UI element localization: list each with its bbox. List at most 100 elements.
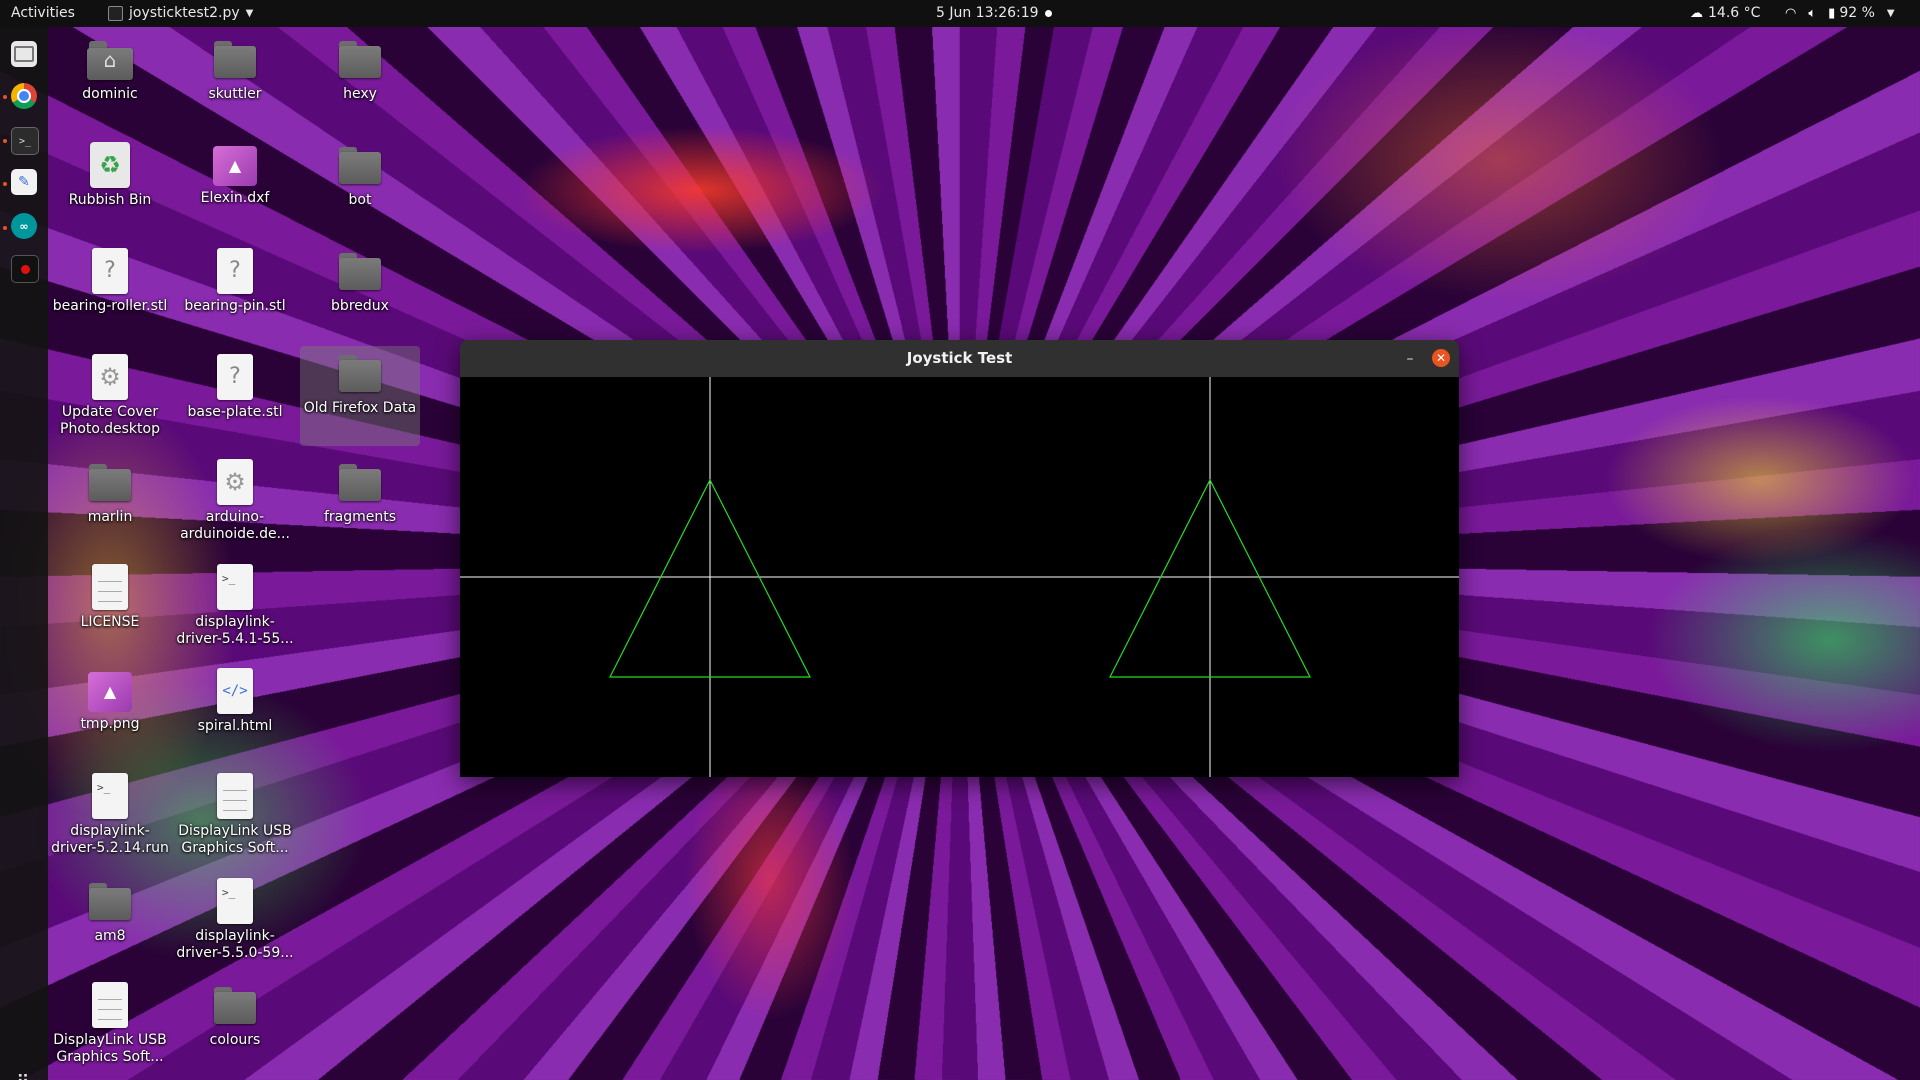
- folder-icon: [212, 36, 258, 82]
- desktop-icon[interactable]: hexy: [300, 32, 420, 132]
- desktop-icon-label: displaylink- driver-5.5.0-59...: [176, 928, 294, 961]
- arduino-icon[interactable]: ∞: [11, 213, 37, 239]
- desktop-icon[interactable]: Old Firefox Data: [300, 346, 420, 446]
- settings-file-icon: ⚙: [92, 354, 128, 400]
- desktop-icon[interactable]: ▲ tmp.png: [50, 664, 170, 764]
- top-bar: Activities joysticktest2.py ▼ 5 Jun 13:2…: [0, 0, 1920, 27]
- desktop-icon[interactable]: DisplayLink USB Graphics Soft...: [175, 769, 295, 869]
- desktop-icon-label: skuttler: [208, 86, 262, 102]
- unknown-file-icon: ?: [217, 248, 253, 294]
- desktop-icon[interactable]: ⚙ Update Cover Photo.desktop: [50, 350, 170, 450]
- desktop-icon-label: bearing-roller.stl: [52, 298, 168, 314]
- desktop-icon-label: tmp.png: [80, 716, 140, 732]
- desktop-icon-label: dominic: [82, 86, 138, 102]
- text-file-icon: [92, 564, 128, 610]
- desktop-icon-label: Update Cover Photo.desktop: [60, 404, 160, 437]
- text-editor-icon[interactable]: ✎: [11, 169, 37, 195]
- battery-label: 92 %: [1839, 5, 1875, 21]
- weather-label: 14.6 °C: [1708, 5, 1761, 21]
- folder-icon: [337, 248, 383, 294]
- desktop-icon[interactable]: ? bearing-pin.stl: [175, 244, 295, 344]
- desktop-icon[interactable]: colours: [175, 978, 295, 1078]
- running-indicator: [3, 139, 7, 143]
- desktop-icon-label: bot: [348, 192, 372, 208]
- desktop-icon-label: am8: [94, 928, 126, 944]
- desktop-icon-label: displaylink- driver-5.4.1-55...: [176, 614, 294, 647]
- desktop-icon[interactable]: am8: [50, 874, 170, 974]
- terminal-icon[interactable]: >_: [11, 127, 39, 155]
- close-button[interactable]: ✕: [1432, 349, 1450, 367]
- dock: >_ ✎ ∞ ⠿: [0, 27, 48, 1080]
- joystick-display: [460, 377, 1459, 777]
- desktop-icon-label: LICENSE: [80, 614, 140, 630]
- desktop-icon[interactable]: marlin: [50, 455, 170, 555]
- app-menu-label: joysticktest2.py: [129, 5, 240, 21]
- desktop-icon[interactable]: </> spiral.html: [175, 664, 295, 764]
- desktop-icon-label: base-plate.stl: [187, 404, 283, 420]
- files-icon[interactable]: [11, 41, 37, 67]
- text-file-icon: [217, 773, 253, 819]
- script-file-icon: >_: [92, 773, 128, 819]
- chevron-down-icon: ▼: [1886, 8, 1895, 19]
- system-status-menu[interactable]: ◠ 🔈︎ ▮ 92 % ▼: [1785, 0, 1895, 27]
- desktop-icon[interactable]: >_ displaylink- driver-5.5.0-59...: [175, 874, 295, 974]
- app-icon: [108, 6, 123, 21]
- desktop-icon-label: Old Firefox Data: [303, 400, 417, 416]
- show-applications-icon[interactable]: ⠿: [13, 1073, 33, 1080]
- desktop-icon-label: colours: [209, 1032, 261, 1048]
- weather-icon: ☁: [1690, 6, 1703, 21]
- image-file-icon: ▲: [88, 672, 132, 712]
- desktop-icon[interactable]: ♻ Rubbish Bin: [50, 138, 170, 238]
- desktop-icon-label: Rubbish Bin: [68, 192, 152, 208]
- desktop-icon[interactable]: dominic: [50, 32, 170, 132]
- folder-icon: [337, 142, 383, 188]
- desktop-icon-label: hexy: [343, 86, 377, 102]
- desktop-icon[interactable]: ▲ Elexin.dxf: [175, 138, 295, 238]
- window-title: Joystick Test: [906, 349, 1013, 367]
- unknown-file-icon: ?: [217, 354, 253, 400]
- desktop-icon-label: marlin: [87, 509, 133, 525]
- folder-icon: [87, 878, 133, 924]
- volume-icon: 🔈︎: [1808, 6, 1817, 21]
- clock[interactable]: 5 Jun 13:26:19: [936, 0, 1039, 27]
- window-titlebar[interactable]: Joystick Test – ✕: [460, 340, 1459, 377]
- desktop-icon-label: fragments: [323, 509, 397, 525]
- desktop-icon[interactable]: bbredux: [300, 244, 420, 344]
- image-file-icon: ▲: [213, 146, 257, 186]
- desktop-icon[interactable]: >_ displaylink- driver-5.2.14.run: [50, 769, 170, 869]
- desktop-icon[interactable]: fragments: [300, 455, 420, 555]
- minimize-button[interactable]: –: [1400, 349, 1420, 369]
- desktop-icon[interactable]: >_ displaylink- driver-5.4.1-55...: [175, 560, 295, 660]
- running-indicator: [3, 226, 7, 230]
- desktop-icon[interactable]: DisplayLink USB Graphics Soft...: [50, 978, 170, 1078]
- desktop-icon[interactable]: ⚙ arduino- arduinoide.de...: [175, 455, 295, 555]
- joystick-test-window: Joystick Test – ✕: [460, 340, 1459, 777]
- chevron-down-icon: ▼: [245, 8, 254, 19]
- weather-indicator[interactable]: ☁ 14.6 °C: [1690, 0, 1760, 27]
- desktop-icon[interactable]: ? base-plate.stl: [175, 350, 295, 450]
- joystick-canvas: [460, 377, 1459, 777]
- folder-icon: [337, 36, 383, 82]
- settings-file-icon: ⚙: [217, 459, 253, 505]
- desktop-icon-label: bbredux: [331, 298, 389, 314]
- desktop-icon[interactable]: bot: [300, 138, 420, 238]
- activities-button[interactable]: Activities: [11, 0, 75, 27]
- notification-dot-icon: [1045, 10, 1052, 17]
- app-menu[interactable]: joysticktest2.py ▼: [108, 0, 253, 27]
- desktop-icon[interactable]: ? bearing-roller.stl: [50, 244, 170, 344]
- folder-icon: [337, 459, 383, 505]
- wifi-icon: ◠: [1785, 6, 1797, 21]
- desktop-icon[interactable]: LICENSE: [50, 560, 170, 660]
- chrome-icon[interactable]: [11, 83, 37, 109]
- script-file-icon: >_: [217, 878, 253, 924]
- trash-icon: ♻: [90, 142, 130, 188]
- home-folder-icon: [87, 36, 133, 82]
- folder-icon: [212, 982, 258, 1028]
- desktop-icon-label: arduino- arduinoide.de...: [180, 509, 290, 542]
- running-indicator: [3, 95, 7, 99]
- battery-icon: ▮: [1828, 6, 1836, 21]
- desktop-icon[interactable]: skuttler: [175, 32, 295, 132]
- app-icon[interactable]: [11, 255, 39, 283]
- desktop-icon-label: DisplayLink USB Graphics Soft...: [53, 1032, 167, 1065]
- running-indicator: [3, 182, 7, 186]
